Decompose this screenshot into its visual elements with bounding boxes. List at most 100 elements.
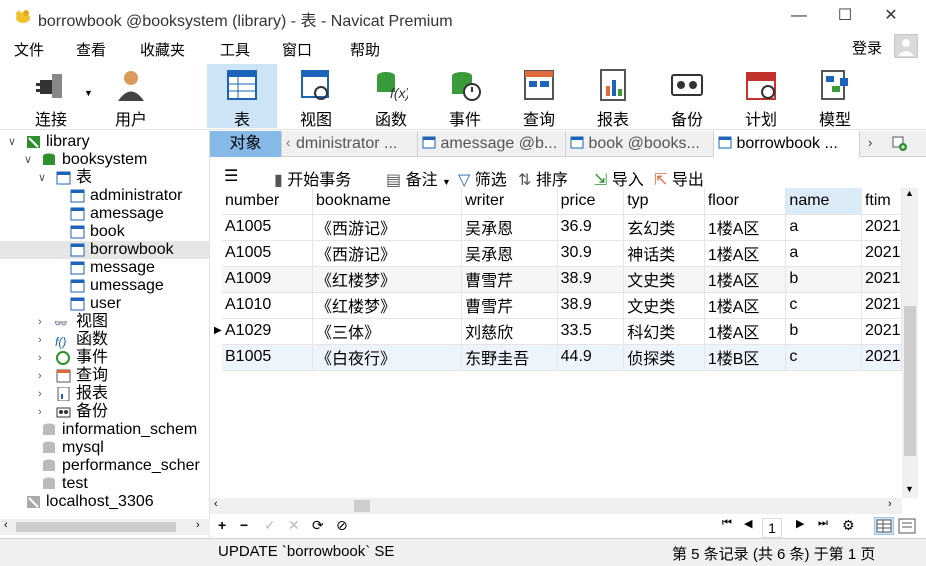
cell[interactable]: 吴承恩 (461, 214, 558, 241)
column-header[interactable]: floor (704, 188, 787, 215)
first-page-button[interactable]: ⏮ (722, 517, 732, 530)
avatar[interactable] (894, 34, 918, 58)
connect-dropdown-icon[interactable]: ▼ (84, 88, 93, 98)
table-button[interactable]: 表 (207, 64, 277, 129)
table-row[interactable]: A1005 《西游记》 吴承恩 30.9 神话类 1楼A区 a 2021 (222, 240, 902, 267)
import-button[interactable]: ⇲ 导入 (594, 166, 644, 190)
cell[interactable]: 吴承恩 (461, 240, 558, 267)
discard-changes-button[interactable]: ✕ (288, 517, 300, 534)
scroll-right-icon[interactable]: › (888, 498, 892, 510)
tab-borrowbook[interactable]: borrowbook ... (714, 131, 860, 157)
column-header[interactable]: bookname (312, 188, 463, 215)
cell[interactable]: 2021 (861, 344, 902, 371)
menu-file[interactable]: 文件 (14, 39, 44, 60)
apply-changes-button[interactable]: ✓ (264, 517, 276, 534)
tree-folder-events[interactable]: › 事件 (0, 349, 209, 367)
next-page-button[interactable]: ▶ (796, 517, 804, 530)
expand-arrow-icon[interactable]: › (38, 403, 42, 421)
export-button[interactable]: ⇱ 导出 (654, 166, 704, 190)
scroll-down-icon[interactable]: ▼ (905, 484, 914, 494)
cell[interactable]: a (785, 214, 862, 241)
cell[interactable]: 1楼A区 (704, 240, 787, 267)
cell[interactable]: 曹雪芹 (461, 292, 558, 319)
tree-connection-localhost[interactable]: localhost_3306 (0, 493, 209, 511)
sort-button[interactable]: ⇅ 排序 (518, 166, 568, 190)
prev-page-button[interactable]: ◀ (744, 517, 752, 530)
tab-administrator[interactable]: dministrator ... (296, 131, 418, 157)
cell[interactable]: 1楼A区 (704, 214, 787, 241)
tree-database-item[interactable]: test (0, 475, 209, 493)
cell[interactable]: 30.9 (557, 240, 625, 267)
column-header[interactable]: number (222, 188, 314, 215)
cell[interactable]: 38.9 (557, 292, 625, 319)
form-view-icon[interactable] (898, 517, 916, 535)
add-record-button[interactable]: + (218, 517, 226, 533)
table-row[interactable]: A1010 《红楼梦》 曹雪芹 38.9 文史类 1楼A区 c 2021 (222, 292, 902, 319)
cell[interactable]: 36.9 (557, 214, 625, 241)
menu-window[interactable]: 窗口 (282, 39, 312, 60)
close-button[interactable]: ✕ (868, 0, 914, 32)
tree-table-item[interactable]: user (0, 295, 209, 313)
login-link[interactable]: 登录 (852, 37, 882, 58)
tab-scroll-right-icon[interactable]: › (868, 135, 872, 150)
tree-table-item[interactable]: administrator (0, 187, 209, 205)
expand-arrow-icon[interactable]: › (38, 331, 42, 349)
expand-arrow-icon[interactable]: › (38, 385, 42, 403)
tree-folder-views[interactable]: › 👓 视图 (0, 313, 209, 331)
connect-button[interactable]: 连接 ▼ (16, 64, 93, 129)
column-header[interactable]: ftim (861, 188, 902, 215)
filter-button[interactable]: ▽ 筛选 (458, 166, 507, 190)
cell[interactable]: 科幻类 (623, 318, 705, 345)
maximize-button[interactable]: ☐ (822, 0, 868, 32)
menu-favorites[interactable]: 收藏夹 (140, 39, 185, 60)
cell[interactable]: A1010 (222, 292, 314, 319)
scroll-left-icon[interactable]: ‹ (4, 519, 8, 531)
expand-arrow-icon[interactable]: › (38, 349, 42, 367)
grid-view-icon[interactable] (874, 517, 894, 535)
tab-amessage[interactable]: amessage @b... (418, 131, 566, 157)
query-button[interactable]: 查询 (504, 64, 574, 129)
hamburger-menu-icon[interactable]: ☰ (224, 166, 238, 186)
column-header[interactable]: writer (461, 188, 558, 215)
cell[interactable]: B1005 (222, 344, 314, 371)
cell[interactable]: 东野圭吾 (461, 344, 558, 371)
column-header[interactable]: typ (623, 188, 705, 215)
tab-scroll-left-icon[interactable]: ‹ (286, 135, 290, 150)
tree-table-item-selected[interactable]: borrowbook (0, 241, 209, 259)
tree-database-booksystem[interactable]: ∨ booksystem (0, 151, 209, 169)
cell[interactable]: 38.9 (557, 266, 625, 293)
cell[interactable]: 侦探类 (623, 344, 705, 371)
cell[interactable]: 2021 (861, 214, 902, 241)
column-header-selected[interactable]: name (785, 188, 862, 215)
grid-horizontal-scrollbar[interactable]: ‹ › (210, 498, 902, 514)
scrollbar-thumb[interactable] (354, 500, 370, 512)
expand-arrow-icon[interactable]: › (38, 313, 42, 331)
tree-folder-functions[interactable]: › f() 函数 (0, 331, 209, 349)
cell[interactable]: 44.9 (557, 344, 625, 371)
tab-objects[interactable]: 对象 (210, 131, 282, 157)
table-row-current[interactable]: A1029 《三体》 刘慈欣 33.5 科幻类 1楼A区 b 2021 (222, 318, 902, 345)
tab-book[interactable]: book @books... (566, 131, 714, 157)
event-button[interactable]: 事件 (430, 64, 500, 129)
tree-folder-backups[interactable]: › 备份 (0, 403, 209, 421)
cell[interactable]: A1005 (222, 214, 314, 241)
expand-arrow-icon[interactable]: › (38, 367, 42, 385)
cell[interactable]: 2021 (861, 318, 902, 345)
user-button[interactable]: 用户 (96, 64, 166, 129)
cell[interactable]: b (785, 318, 862, 345)
cell[interactable]: A1005 (222, 240, 314, 267)
tree-folder-queries[interactable]: › 查询 (0, 367, 209, 385)
cell[interactable]: A1029 (222, 318, 314, 345)
backup-button[interactable]: 备份 (652, 64, 722, 129)
column-header[interactable]: price (557, 188, 625, 215)
cell[interactable]: c (785, 344, 862, 371)
tree-connection-library[interactable]: ∨ library (0, 133, 209, 151)
cell[interactable]: 文史类 (623, 266, 705, 293)
last-page-button[interactable]: ⏭ (818, 517, 828, 530)
cell[interactable]: 33.5 (557, 318, 625, 345)
model-button[interactable]: 模型 (800, 64, 870, 129)
scrollbar-thumb[interactable] (16, 522, 176, 532)
tree-table-item[interactable]: umessage (0, 277, 209, 295)
cell[interactable]: 《红楼梦》 (312, 266, 463, 293)
cell[interactable]: c (785, 292, 862, 319)
